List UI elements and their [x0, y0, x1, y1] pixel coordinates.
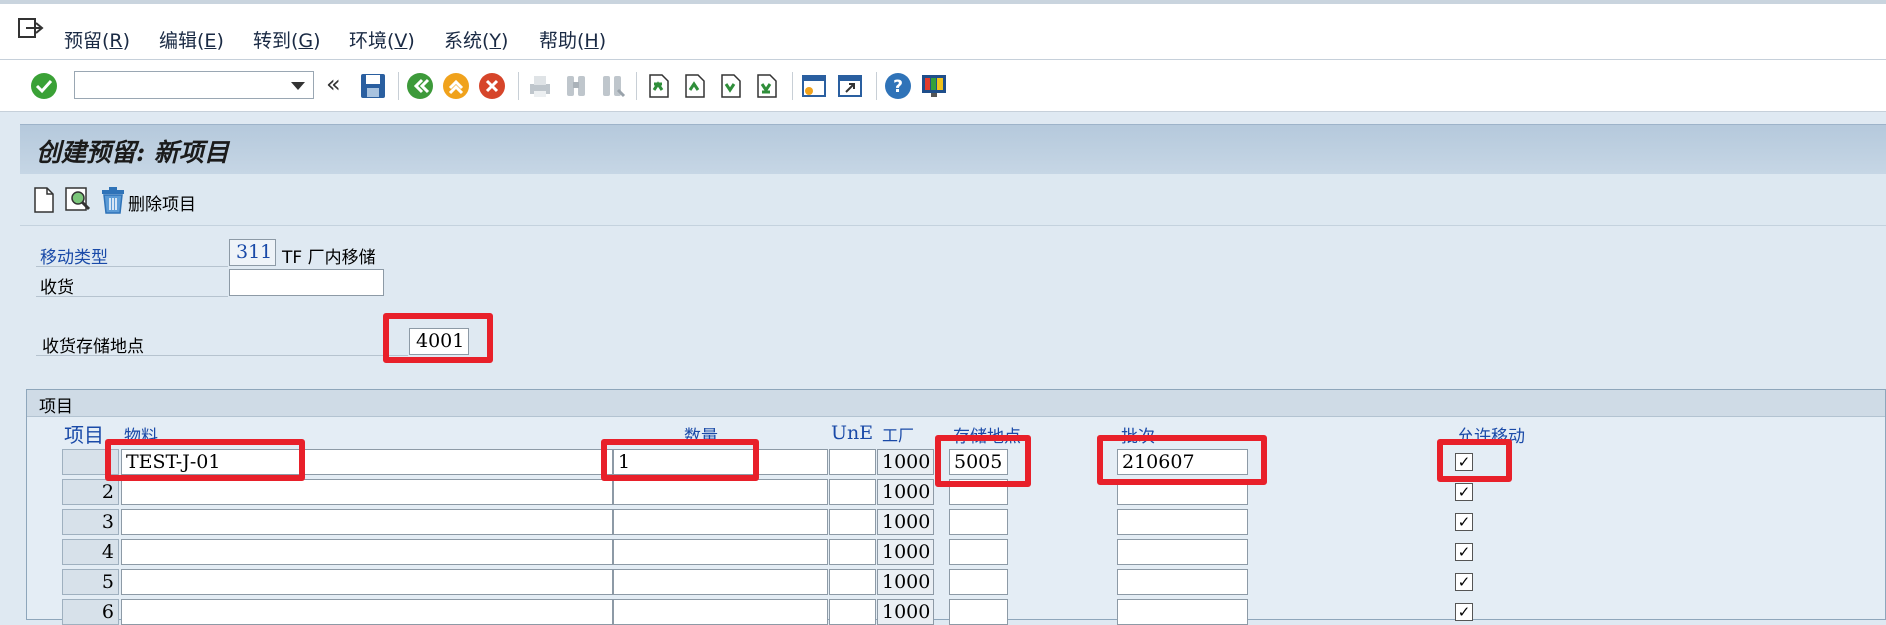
unit-cell[interactable] — [829, 569, 876, 595]
menu-environment[interactable]: 环境(V) — [349, 26, 415, 53]
material-cell[interactable] — [121, 539, 613, 565]
row-number[interactable]: 6 — [62, 599, 119, 625]
shortcut-icon[interactable] — [836, 72, 864, 100]
menu-goto[interactable]: 转到(G) — [253, 26, 321, 53]
row-number[interactable]: 4 — [62, 539, 119, 565]
allow-movement-checkbox[interactable]: ✓ — [1455, 603, 1473, 621]
standard-toolbar: « ? — [0, 60, 1886, 112]
highlight-storage-location — [935, 435, 1031, 487]
goods-recipient-label: 收货 — [40, 278, 74, 298]
movement-type-label: 移动类型 — [40, 248, 108, 268]
new-document-icon[interactable] — [32, 186, 56, 214]
first-page-icon[interactable] — [644, 72, 672, 100]
receiving-storage-location-label: 收货存储地点 — [42, 337, 144, 357]
detail-view-icon[interactable] — [64, 186, 92, 214]
highlight-receiving-sloc — [383, 313, 493, 363]
movement-type-description: TF 厂内移储 — [282, 248, 376, 268]
svg-text:?: ? — [893, 77, 903, 97]
row-number[interactable]: 3 — [62, 509, 119, 535]
batch-cell[interactable] — [1117, 569, 1248, 595]
unit-cell[interactable] — [829, 599, 876, 625]
allow-movement-checkbox[interactable]: ✓ — [1455, 513, 1473, 531]
menu-toggle-icon[interactable] — [18, 18, 44, 40]
dropdown-arrow-icon[interactable] — [291, 82, 305, 90]
unit-cell[interactable] — [829, 509, 876, 535]
command-field[interactable] — [74, 71, 314, 99]
print-icon[interactable] — [526, 72, 554, 100]
material-cell[interactable] — [121, 569, 613, 595]
page-title: 创建预留: 新项目 — [36, 138, 229, 167]
highlight-material — [105, 439, 305, 481]
find-icon[interactable] — [562, 72, 590, 100]
trash-icon[interactable] — [100, 186, 126, 214]
unit-cell[interactable] — [829, 449, 876, 475]
material-cell[interactable] — [121, 509, 613, 535]
menu-edit[interactable]: 编辑(E) — [159, 26, 224, 53]
back-icon[interactable] — [406, 72, 434, 100]
storage-location-cell[interactable] — [949, 509, 1008, 535]
help-icon[interactable]: ? — [884, 72, 912, 100]
highlight-allow-movement — [1437, 439, 1512, 482]
batch-cell[interactable] — [1117, 599, 1248, 625]
plant-cell: 1000 — [877, 479, 934, 505]
column-header-unit[interactable]: UnE — [831, 422, 873, 444]
plant-cell: 1000 — [877, 449, 934, 475]
quantity-cell[interactable] — [613, 479, 828, 505]
quantity-cell[interactable] — [613, 599, 828, 625]
row-number[interactable]: 2 — [62, 479, 119, 505]
storage-location-cell[interactable] — [949, 539, 1008, 565]
allow-movement-checkbox[interactable]: ✓ — [1455, 543, 1473, 561]
allow-movement-checkbox[interactable]: ✓ — [1455, 483, 1473, 501]
batch-cell[interactable] — [1117, 509, 1248, 535]
menu-help[interactable]: 帮助(H) — [539, 26, 606, 53]
unit-cell[interactable] — [829, 479, 876, 505]
enter-check-icon[interactable] — [30, 72, 58, 100]
quantity-cell[interactable] — [613, 509, 828, 535]
column-header-item[interactable]: 项目 — [64, 419, 104, 448]
customize-layout-icon[interactable] — [920, 72, 948, 100]
menu-system[interactable]: 系统(Y) — [444, 26, 508, 53]
items-panel-title: 项目 — [39, 397, 73, 417]
plant-cell: 1000 — [877, 509, 934, 535]
highlight-quantity — [601, 439, 759, 481]
menu-bar: 预留(R) 编辑(E) 转到(G) 环境(V) 系统(Y) 帮助(H) — [0, 0, 1886, 60]
storage-location-cell[interactable] — [949, 569, 1008, 595]
find-next-icon[interactable] — [598, 72, 626, 100]
quantity-cell[interactable] — [613, 539, 828, 565]
row-number[interactable]: 5 — [62, 569, 119, 595]
exit-icon[interactable] — [442, 72, 470, 100]
previous-page-icon[interactable] — [680, 72, 708, 100]
storage-location-cell[interactable] — [949, 599, 1008, 625]
allow-movement-checkbox[interactable]: ✓ — [1455, 573, 1473, 591]
menu-reservation[interactable]: 预留(R) — [64, 26, 130, 53]
delete-item-button[interactable]: 删除项目 — [128, 190, 196, 215]
quantity-cell[interactable] — [613, 569, 828, 595]
material-cell[interactable] — [121, 599, 613, 625]
material-cell[interactable] — [121, 479, 613, 505]
collapse-command-icon[interactable]: « — [326, 70, 341, 98]
plant-cell: 1000 — [877, 569, 934, 595]
highlight-batch — [1097, 435, 1267, 485]
goods-recipient-field[interactable] — [229, 269, 384, 296]
title-bar: 创建预留: 新项目 — [20, 124, 1886, 174]
last-page-icon[interactable] — [752, 72, 780, 100]
items-panel-header: 项目 — [27, 390, 1885, 417]
application-toolbar: 删除项目 — [20, 174, 1886, 226]
plant-cell: 1000 — [877, 539, 934, 565]
cancel-icon[interactable] — [478, 72, 506, 100]
save-icon[interactable] — [359, 72, 387, 100]
batch-cell[interactable] — [1117, 539, 1248, 565]
movement-type-field[interactable]: 311 — [229, 239, 276, 266]
plant-cell: 1000 — [877, 599, 934, 625]
new-session-icon[interactable] — [800, 72, 828, 100]
unit-cell[interactable] — [829, 539, 876, 565]
column-header-plant[interactable]: 工厂 — [882, 422, 914, 446]
next-page-icon[interactable] — [716, 72, 744, 100]
